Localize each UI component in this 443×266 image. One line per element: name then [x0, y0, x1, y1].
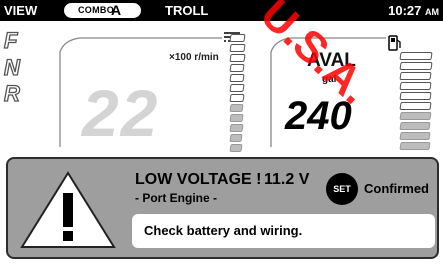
rpm-value: 22: [82, 76, 160, 150]
tach-bar-segment: [229, 114, 244, 122]
alert-source: - Port Engine -: [135, 191, 217, 205]
fuel-bar-segment: [399, 132, 431, 140]
alert-message: Check battery and wiring.: [144, 223, 303, 238]
tach-bar-segment: [229, 54, 246, 62]
tach-bar-segment: [229, 44, 246, 52]
rpm-unit-label: ×100 r/min: [169, 52, 219, 63]
fuel-bar-segment: [399, 102, 432, 110]
fuel-bar-segment: [399, 142, 431, 150]
fuel-label: AVAL: [307, 50, 356, 71]
alert-voltage: 11.2 V: [264, 171, 310, 188]
gauge-frames: [59, 37, 386, 147]
fuel-bar-segment: [399, 112, 432, 120]
tach-bar-segment: [229, 134, 243, 142]
fuel-value: 240: [285, 94, 352, 138]
alert-message-box: Check battery and wiring.: [132, 214, 435, 248]
warning-triangle-icon: [20, 171, 116, 248]
tach-bar-segment: [229, 124, 244, 132]
fuel-bar-segment: [399, 52, 433, 60]
alert-panel: LOW VOLTAGE ! 11.2 V - Port Engine - SET…: [6, 157, 439, 259]
tach-bar-segment: [229, 64, 245, 72]
fuel-bar-segment: [399, 62, 433, 70]
tach-bar-segment: [229, 84, 245, 92]
tachometer-bargraph: [229, 34, 260, 152]
fuel-bar-segment: [399, 72, 432, 80]
fuel-bar-segment: [399, 92, 432, 100]
confirmed-label: Confirmed: [364, 181, 429, 196]
tach-bar-segment: [229, 104, 244, 112]
fuel-unit: gal: [322, 74, 337, 85]
tach-bar-segment: [229, 74, 245, 82]
fuel-pump-icon: [388, 35, 401, 51]
fuel-bar-segment: [399, 82, 432, 90]
alert-title: LOW VOLTAGE !: [135, 171, 262, 188]
tach-bar-segment: [229, 34, 246, 42]
tach-bar-segment: [229, 94, 245, 102]
fuel-bargraph: [399, 52, 436, 152]
fuel-bar-segment: [399, 122, 431, 130]
marine-engine-display: VIEW COMBO A TROLL 10:27 AM F N R ×100 r…: [0, 0, 443, 266]
set-button[interactable]: SET: [326, 173, 358, 205]
tach-bar-segment: [229, 144, 243, 152]
